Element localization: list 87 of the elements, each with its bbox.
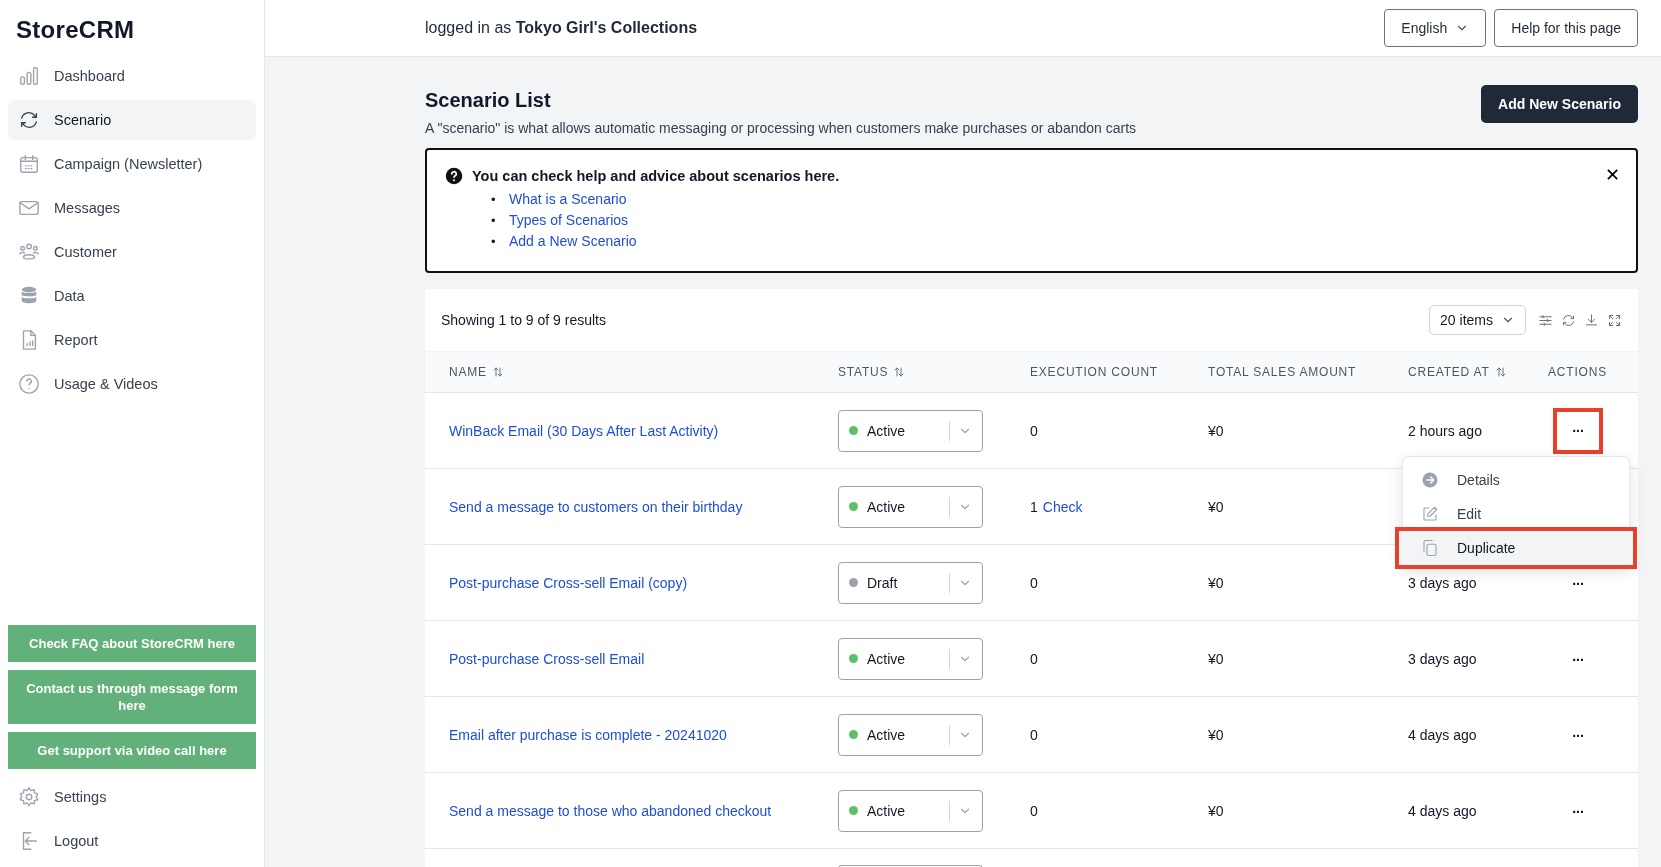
results-summary: Showing 1 to 9 of 9 results <box>441 312 606 328</box>
calendar-icon <box>18 153 40 175</box>
status-select[interactable]: Active <box>838 713 983 756</box>
question-icon <box>445 167 463 185</box>
download-icon <box>1584 312 1599 328</box>
bar-chart-icon <box>18 65 40 87</box>
copy-icon <box>1421 538 1439 557</box>
logo: StoreCRM <box>15 15 136 45</box>
arrow-circle-icon <box>1421 470 1439 489</box>
scenario-link[interactable]: Send a message to customers on their birthday <box>449 498 743 515</box>
scenario-link[interactable]: Post-purchase Cross-sell Email <box>449 650 645 667</box>
language-select[interactable]: English <box>1384 9 1487 47</box>
sidebar-item[interactable]: Data <box>8 276 256 316</box>
edit-icon <box>1421 504 1439 523</box>
help-link[interactable]: Types of Scenarios <box>509 212 629 228</box>
help-link[interactable]: Add a New Scenario <box>509 233 637 249</box>
execution-count: 0 <box>1030 802 1038 819</box>
column-header: TOTAL SALES AMOUNT <box>1208 365 1358 379</box>
sort-icon <box>893 366 906 378</box>
sidebar-item[interactable]: Report <box>8 320 256 360</box>
column-header[interactable]: NAME <box>425 365 838 379</box>
menu-item[interactable]: Edit <box>1403 496 1629 531</box>
sliders-icon <box>1538 312 1553 328</box>
sales-amount: ¥0 <box>1208 650 1224 667</box>
execution-count: 0 <box>1030 726 1038 743</box>
status-select[interactable]: Active <box>838 789 983 832</box>
sidebar-item[interactable]: Customer <box>8 232 256 272</box>
created-at: 2 hours ago <box>1408 422 1482 439</box>
bullet: • <box>491 233 497 251</box>
scenario-link[interactable]: Send a message to those who abandoned checkout <box>449 802 772 819</box>
sidebar-item[interactable]: Dashboard <box>8 56 256 96</box>
more-button[interactable]: ... <box>1568 647 1588 670</box>
status-select[interactable]: Active <box>838 485 983 528</box>
sales-amount: ¥0 <box>1208 802 1224 819</box>
more-button[interactable]: ... <box>1553 407 1603 454</box>
logged-in-text: logged in as Tokyo Girl's Collections <box>425 19 698 37</box>
sidebar-item[interactable]: Logout <box>8 821 256 861</box>
page-size-select[interactable]: 20 items <box>1429 305 1526 335</box>
status-select[interactable]: Active <box>838 409 983 452</box>
help-button[interactable]: Help for this page <box>1494 9 1638 47</box>
scenario-link[interactable]: Post-purchase Cross-sell Email (copy) <box>449 574 688 591</box>
settings-icon <box>18 786 40 808</box>
close-button[interactable]: ✕ <box>1604 164 1620 185</box>
more-button[interactable]: ... <box>1568 799 1588 822</box>
refresh-icon <box>1561 312 1576 328</box>
created-at: 4 days ago <box>1408 802 1477 819</box>
people-icon <box>18 241 40 263</box>
status-select[interactable]: Draft <box>838 561 983 604</box>
menu-item[interactable]: Details <box>1403 462 1629 497</box>
column-header: EXECUTION COUNT <box>1030 365 1159 379</box>
expand-icon <box>1607 312 1622 328</box>
sidebar-item[interactable]: Campaign (Newsletter) <box>8 144 256 184</box>
sales-amount: ¥0 <box>1208 574 1224 591</box>
sales-amount: ¥0 <box>1208 422 1224 439</box>
sales-amount: ¥0 <box>1208 498 1224 515</box>
status-select[interactable]: Active <box>838 637 983 680</box>
column-header[interactable]: CREATED AT <box>1408 365 1548 379</box>
execution-count: 0 <box>1030 422 1038 439</box>
scenario-link[interactable]: WinBack Email (30 Days After Last Activity) <box>449 422 719 439</box>
sidebar-item[interactable]: Scenario <box>8 100 256 140</box>
created-at: 4 days ago <box>1408 726 1477 743</box>
bullet: • <box>491 212 497 230</box>
created-at: 3 days ago <box>1408 574 1477 591</box>
execution-count: 0 <box>1030 574 1038 591</box>
add-scenario-button[interactable]: Add New Scenario <box>1481 85 1638 123</box>
help-heading: You can check help and advice about scenarios here. <box>472 168 840 184</box>
more-button[interactable]: ... <box>1568 723 1588 746</box>
sort-icon <box>491 366 504 378</box>
execution-count: 1 <box>1030 498 1038 515</box>
column-header: ACTIONS <box>1548 365 1608 379</box>
sort-icon <box>1494 366 1507 378</box>
refresh-icon <box>18 109 40 131</box>
execution-count: 0 <box>1030 650 1038 667</box>
page-description: A "scenario" is what allows automatic messaging or processing when customers make purchases or abandon carts <box>425 120 1137 136</box>
question-icon <box>18 373 40 395</box>
check-link[interactable]: Check <box>1042 498 1083 515</box>
column-header[interactable]: STATUS <box>838 365 1030 379</box>
scenario-link[interactable]: Email after purchase is complete - 20241020 <box>449 726 727 743</box>
sales-amount: ¥0 <box>1208 726 1224 743</box>
created-at: 3 days ago <box>1408 650 1477 667</box>
sidebar-item[interactable]: Usage & Videos <box>8 364 256 404</box>
sidebar-item[interactable]: Messages <box>8 188 256 228</box>
sidebar-item[interactable]: Settings <box>8 777 256 817</box>
more-button[interactable]: ... <box>1568 571 1588 594</box>
bullet: • <box>491 191 497 209</box>
help-link[interactable]: What is a Scenario <box>509 191 627 207</box>
page-title: Scenario List <box>425 89 552 112</box>
